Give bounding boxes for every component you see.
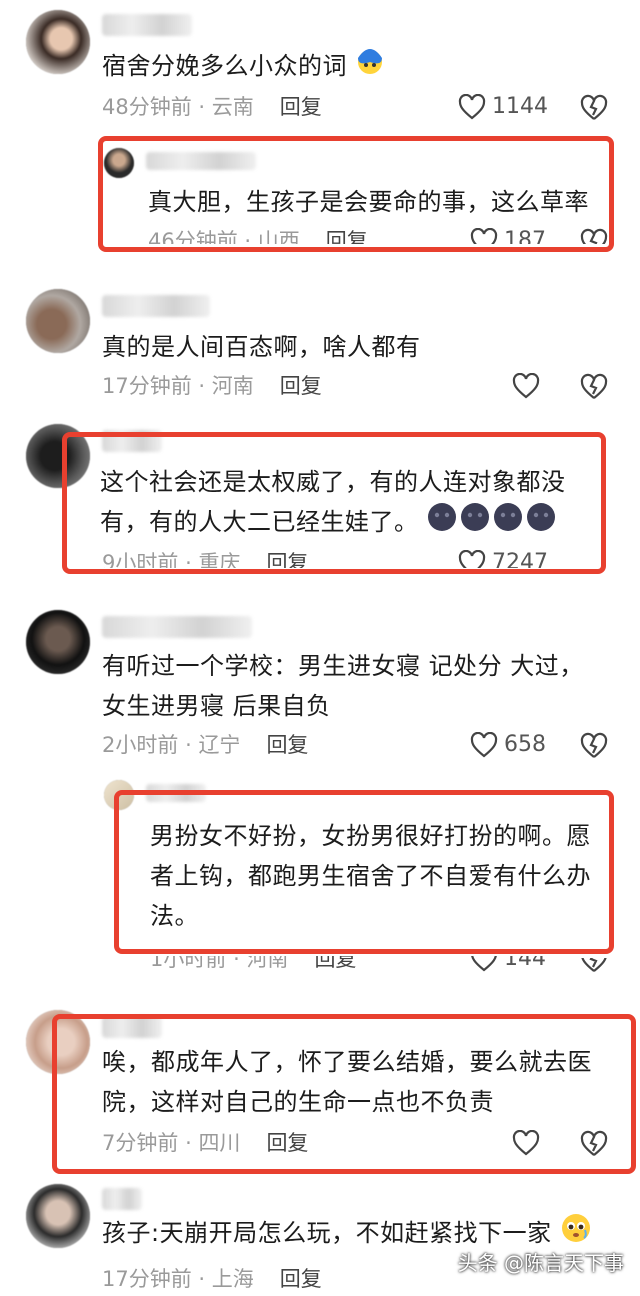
like-button[interactable]: 658	[470, 730, 546, 760]
broken-heart-icon[interactable]	[580, 732, 608, 760]
avatar[interactable]	[26, 289, 90, 353]
comment-text: 男扮女不好扮，女扮男很好打扮的啊。愿 者上钩，都跑男生宿舍了不自爱有什么办 法。	[150, 822, 591, 930]
comment-text: 真大胆，生孩子是会要命的事，这么草率	[148, 188, 589, 216]
reply-button[interactable]: 回复	[280, 95, 322, 119]
like-count: 187	[504, 228, 546, 253]
like-button[interactable]: 144	[470, 946, 546, 974]
comment-meta: 7分钟前 · 四川 回复	[102, 1131, 309, 1155]
new-moon-face-emojis	[427, 502, 559, 544]
like-count: 7247	[492, 550, 548, 575]
reply-button[interactable]: 回复	[326, 229, 368, 244]
watermark: 头条 @陈言天下事	[457, 1251, 624, 1275]
comment-text: 宿舍分娩多么小众的词	[102, 46, 385, 88]
avatar[interactable]	[104, 780, 134, 810]
like-count: 1144	[492, 94, 548, 119]
comment-meta: 9小时前 · 重庆 回复	[102, 551, 309, 575]
reply-button[interactable]: 回复	[314, 956, 356, 971]
username[interactable]	[102, 616, 252, 638]
comment-7: 唉，都成年人了，怀了要么结婚，要么就去医 院，这样对自己的生命一点也不负责 7分…	[0, 1006, 640, 1176]
comment-text: 真的是人间百态啊，啥人都有	[102, 333, 421, 361]
username[interactable]	[146, 784, 206, 802]
blue-face-emoji	[355, 46, 385, 88]
comment-meta: 1小时前 · 河南 回复	[150, 947, 357, 971]
reply-button[interactable]: 回复	[280, 1267, 322, 1291]
username[interactable]	[102, 1016, 162, 1038]
avatar[interactable]	[26, 10, 90, 74]
comment-3: 真的是人间百态啊，啥人都有 17分钟前 · 河南 回复	[0, 285, 640, 415]
username[interactable]	[102, 1188, 142, 1210]
reply-comment-1: 真大胆，生孩子是会要命的事，这么草率 46分钟前 · 山西 回复 187	[0, 140, 640, 260]
username[interactable]	[102, 430, 162, 452]
comment-text: 有听过一个学校：男生进女寝 记处分 大过， 女生进男寝 后果自负	[102, 652, 584, 720]
comment-4: 这个社会还是太权威了，有的人连对象都没 有，有的人大二已经生娃了。 9小时前 ·…	[0, 420, 640, 580]
username[interactable]	[146, 152, 256, 170]
comment-text: 这个社会还是太权威了，有的人连对象都没 有，有的人大二已经生娃了。	[100, 462, 566, 544]
comment-5: 有听过一个学校：男生进女寝 记处分 大过， 女生进男寝 后果自负 2小时前 · …	[0, 606, 640, 776]
heart-icon	[512, 373, 540, 399]
comment-meta: 17分钟前 · 河南 回复	[102, 374, 322, 398]
like-count: 658	[504, 732, 546, 757]
username[interactable]	[102, 295, 210, 317]
reply-button[interactable]: 回复	[280, 374, 322, 398]
comment-meta: 2小时前 · 辽宁 回复	[102, 733, 309, 757]
heart-icon	[512, 1130, 540, 1156]
heart-icon	[471, 956, 497, 972]
reply-comment-2: 男扮女不好扮，女扮男很好打扮的啊。愿 者上钩，都跑男生宿舍了不自爱有什么办 法。…	[0, 776, 640, 976]
heart-icon	[470, 732, 498, 758]
username[interactable]	[102, 14, 192, 36]
like-button[interactable]: 7247	[458, 548, 548, 575]
like-button[interactable]	[512, 371, 540, 401]
comment-1: 宿舍分娩多么小众的词 48分钟前 · 云南 回复 1144	[0, 0, 640, 130]
comment-meta: 17分钟前 · 上海 回复	[102, 1267, 322, 1291]
heart-icon	[458, 94, 486, 120]
heart-icon	[458, 550, 486, 568]
like-button[interactable]: 187	[470, 226, 546, 253]
reply-button[interactable]: 回复	[266, 733, 308, 757]
heart-icon	[470, 228, 498, 244]
comment-meta: 48分钟前 · 云南 回复	[102, 95, 322, 119]
like-button[interactable]	[512, 1128, 540, 1158]
avatar[interactable]	[26, 424, 90, 488]
reply-button[interactable]: 回复	[266, 551, 308, 568]
comment-text: 唉，都成年人了，怀了要么结婚，要么就去医 院，这样对自己的生命一点也不负责	[102, 1048, 592, 1116]
comment-meta: 46分钟前 · 山西 回复	[148, 229, 368, 253]
comment-8: 孩子:天崩开局怎么玩，不如赶紧找下一家 17分钟前 · 上海 回复	[0, 1180, 640, 1296]
avatar[interactable]	[104, 148, 134, 178]
broken-heart-icon[interactable]	[580, 373, 608, 401]
avatar[interactable]	[26, 1010, 90, 1074]
reply-button[interactable]: 回复	[266, 1131, 308, 1155]
like-count: 144	[504, 946, 546, 971]
avatar[interactable]	[26, 610, 90, 674]
like-button[interactable]: 1144	[458, 92, 548, 122]
broken-heart-icon[interactable]	[580, 228, 608, 256]
broken-heart-icon[interactable]	[580, 94, 608, 122]
broken-heart-icon[interactable]	[580, 1130, 608, 1158]
broken-heart-icon[interactable]	[580, 946, 608, 974]
avatar[interactable]	[26, 1184, 90, 1248]
